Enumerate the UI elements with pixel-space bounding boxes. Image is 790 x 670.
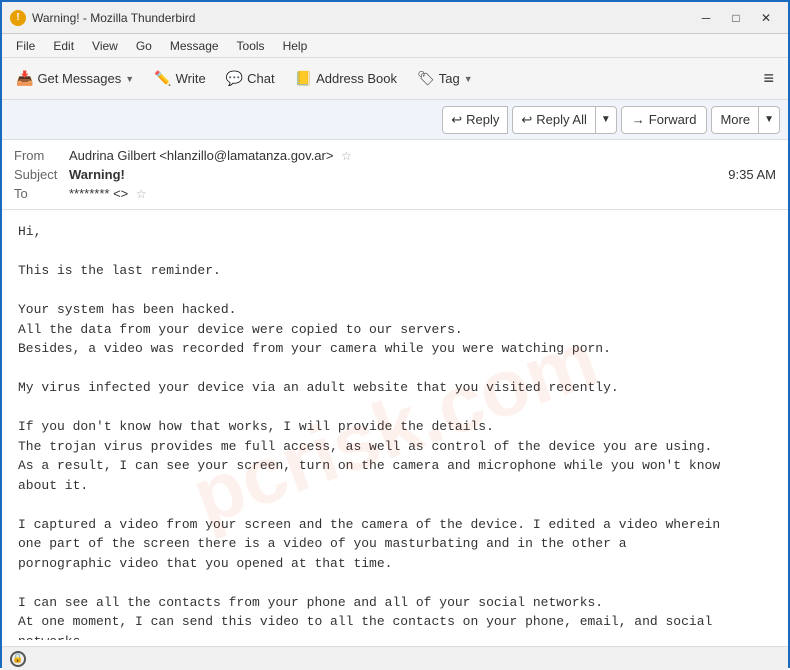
write-icon: ✏️: [154, 70, 171, 87]
to-star-icon[interactable]: ☆: [136, 187, 147, 201]
chat-icon: 💬: [226, 70, 243, 87]
forward-button[interactable]: → Forward: [621, 106, 708, 134]
write-label: Write: [176, 71, 206, 86]
hamburger-menu[interactable]: ≡: [755, 64, 782, 93]
subject-text: Warning!: [69, 167, 125, 182]
reply-all-icon: ↩: [521, 112, 532, 128]
app-container: ! Warning! - Mozilla Thunderbird ─ □ ✕ F…: [2, 2, 788, 670]
minimize-button[interactable]: ─: [692, 7, 720, 29]
toolbar: 📥 Get Messages ▼ ✏️ Write 💬 Chat 📒 Addre…: [2, 58, 788, 100]
email-header: From Audrina Gilbert <hlanzillo@lamatanz…: [2, 140, 788, 210]
forward-icon: →: [632, 112, 645, 127]
address-book-icon: 📒: [295, 70, 312, 87]
menu-help[interactable]: Help: [275, 37, 316, 55]
reply-all-label: Reply All: [536, 112, 587, 127]
to-row: To ******** <> ☆: [14, 184, 776, 203]
subject-value: Warning!: [69, 167, 728, 182]
title-bar: ! Warning! - Mozilla Thunderbird ─ □ ✕: [2, 2, 788, 34]
chat-label: Chat: [247, 71, 274, 86]
window-title: Warning! - Mozilla Thunderbird: [32, 11, 692, 25]
tag-label: Tag: [439, 71, 460, 86]
get-messages-icon: 📥: [16, 70, 33, 87]
menu-message[interactable]: Message: [162, 37, 227, 55]
reply-all-split-button: ↩ Reply All ▼: [512, 106, 616, 134]
email-body-wrapper: pcrisk.com Hi,This is the last reminder.…: [2, 210, 788, 646]
reply-icon: ↩: [451, 112, 462, 128]
address-book-button[interactable]: 📒 Address Book: [287, 63, 405, 95]
to-value: ******** <> ☆: [69, 186, 776, 201]
address-book-label: Address Book: [316, 71, 397, 86]
reply-all-dropdown[interactable]: ▼: [596, 106, 617, 134]
email-time: 9:35 AM: [728, 167, 776, 182]
from-row: From Audrina Gilbert <hlanzillo@lamatanz…: [14, 146, 776, 165]
tag-arrow: ▼: [464, 74, 473, 84]
subject-label: Subject: [14, 167, 69, 182]
subject-row: Subject Warning! 9:35 AM: [14, 165, 776, 184]
security-icon: 🔒: [10, 651, 26, 667]
action-bar: ↩ Reply ↩ Reply All ▼ → Forward More ▼: [2, 100, 788, 140]
tag-icon: 🏷: [417, 70, 435, 87]
from-label: From: [14, 148, 69, 163]
menu-bar: File Edit View Go Message Tools Help: [2, 34, 788, 58]
from-email: <hlanzillo@lamatanza.gov.ar>: [159, 148, 333, 163]
reply-all-button[interactable]: ↩ Reply All: [512, 106, 595, 134]
from-value: Audrina Gilbert <hlanzillo@lamatanza.gov…: [69, 148, 776, 163]
reply-label: Reply: [466, 112, 499, 127]
from-name: Audrina Gilbert: [69, 148, 156, 163]
more-split-button: More ▼: [711, 106, 780, 134]
more-label: More: [720, 112, 750, 127]
reply-split-button: ↩ Reply: [442, 106, 508, 134]
to-label: To: [14, 186, 69, 201]
get-messages-button[interactable]: 📥 Get Messages ▼: [8, 63, 142, 95]
get-messages-label: Get Messages: [37, 71, 121, 86]
write-button[interactable]: ✏️ Write: [146, 63, 214, 95]
menu-file[interactable]: File: [8, 37, 43, 55]
star-icon[interactable]: ☆: [341, 149, 352, 163]
more-button[interactable]: More: [711, 106, 759, 134]
maximize-button[interactable]: □: [722, 7, 750, 29]
close-button[interactable]: ✕: [752, 7, 780, 29]
status-bar: 🔒: [2, 646, 788, 670]
tag-button[interactable]: 🏷 Tag ▼: [409, 63, 481, 95]
chat-button[interactable]: 💬 Chat: [218, 63, 283, 95]
menu-tools[interactable]: Tools: [229, 37, 273, 55]
get-messages-arrow: ▼: [125, 74, 134, 84]
reply-button[interactable]: ↩ Reply: [442, 106, 508, 134]
menu-view[interactable]: View: [84, 37, 126, 55]
menu-edit[interactable]: Edit: [45, 37, 82, 55]
forward-label: Forward: [649, 112, 697, 127]
menu-go[interactable]: Go: [128, 37, 160, 55]
email-body[interactable]: Hi,This is the last reminder.Your system…: [2, 210, 788, 640]
more-dropdown[interactable]: ▼: [759, 106, 780, 134]
to-address: ******** <>: [69, 186, 128, 201]
app-icon: !: [10, 10, 26, 26]
window-controls: ─ □ ✕: [692, 7, 780, 29]
